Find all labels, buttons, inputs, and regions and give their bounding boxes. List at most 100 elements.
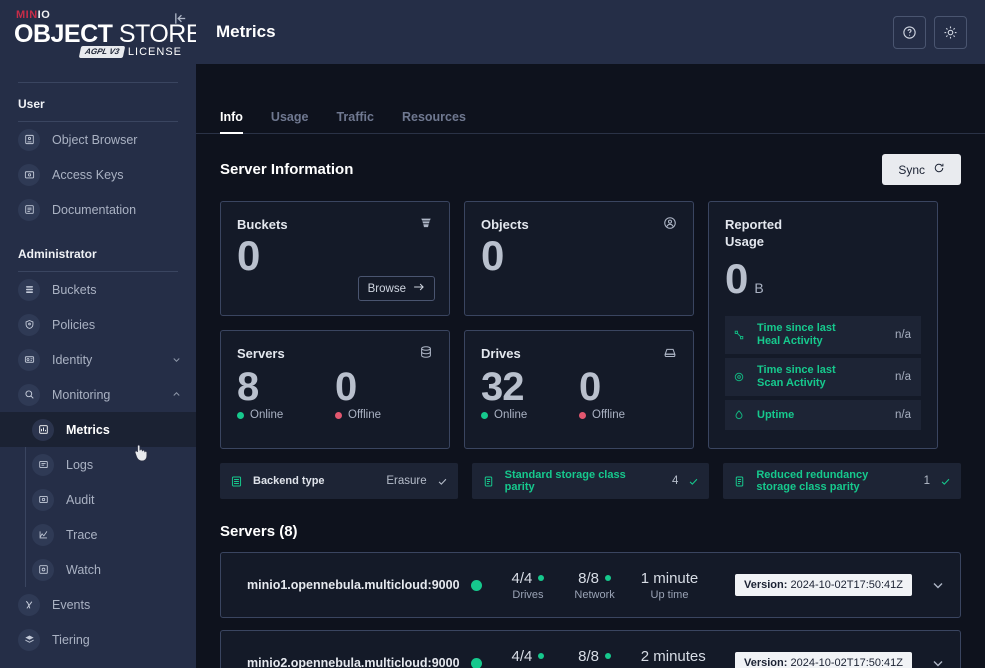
monitoring-icon — [18, 383, 40, 406]
expand-row-chevron-icon[interactable] — [930, 577, 946, 593]
version-prefix: Version: — [744, 579, 788, 591]
browse-button[interactable]: Browse — [357, 276, 435, 301]
sidebar-label-audit: Audit — [66, 492, 95, 507]
drives-online-value: 32 — [481, 365, 525, 409]
chevron-down-icon[interactable] — [171, 354, 182, 365]
sidebar-label-monitoring: Monitoring — [52, 387, 111, 402]
backend-icon — [230, 475, 244, 488]
sidebar-item-tiering[interactable]: Tiering — [0, 622, 196, 657]
buckets-card: Buckets 0 Browse — [220, 201, 450, 316]
check-icon — [437, 476, 448, 487]
version-badge: Version: 2024-10-02T17:50:41Z — [735, 652, 912, 668]
events-icon — [18, 593, 40, 616]
storage-class-icon — [733, 475, 747, 488]
sidebar-label-object-browser: Object Browser — [52, 132, 138, 147]
scan-activity-value: n/a — [895, 371, 911, 383]
sidebar: MINIO OBJECT STORE AGPL V3 LICENSE User … — [0, 0, 196, 668]
arrow-right-icon — [413, 282, 425, 295]
drives-status-dot — [538, 653, 545, 659]
page-title: Metrics — [216, 22, 276, 41]
backend-type-label: Backend type — [253, 475, 325, 487]
uptime-icon — [733, 409, 751, 421]
sidebar-item-policies[interactable]: Policies — [0, 307, 196, 342]
sidebar-item-documentation[interactable]: Documentation — [0, 192, 196, 227]
sidebar-item-monitoring[interactable]: Monitoring — [0, 377, 196, 412]
sidebar-item-events[interactable]: Events — [0, 587, 196, 622]
sidebar-item-access-keys[interactable]: Access Keys — [0, 157, 196, 192]
drives-offline-col: 0 Offline — [579, 366, 677, 421]
sync-button[interactable]: Sync — [882, 154, 961, 185]
reported-usage-title-line2: Usage — [725, 234, 765, 249]
offline-status-dot — [335, 411, 342, 419]
backend-type-value: Erasure — [386, 475, 427, 487]
servers-online-col: 8 Online — [237, 366, 335, 421]
servers-card-title: Servers — [237, 346, 285, 361]
sidebar-label-events: Events — [52, 597, 91, 612]
light-mode-icon[interactable] — [934, 15, 967, 49]
buckets-icon — [18, 278, 40, 301]
stat-cards-grid: Buckets 0 Browse Objects 0 Reported Usag… — [220, 201, 961, 449]
drives-online-label-row: Online — [481, 409, 579, 421]
license-badge: AGPL V3 LICENSE — [78, 46, 182, 58]
sidebar-item-watch[interactable]: Watch — [0, 552, 196, 587]
refresh-icon — [933, 162, 945, 177]
drive-icon — [663, 345, 677, 359]
drives-offline-value: 0 — [579, 365, 601, 409]
tab-traffic[interactable]: Traffic — [322, 110, 388, 133]
tiering-icon — [18, 628, 40, 651]
chevron-up-icon[interactable] — [171, 389, 182, 400]
server-network-metric: 8/8 Network — [574, 648, 614, 668]
collapse-sidebar-icon[interactable] — [170, 8, 190, 28]
server-status-dot — [470, 579, 482, 591]
documentation-icon — [18, 198, 40, 221]
audit-icon — [32, 488, 54, 511]
server-drives-value-row: 4/4 — [512, 648, 545, 665]
drives-card: Drives 32 Online 0 Offline — [464, 330, 694, 449]
drives-status-dot — [538, 575, 545, 581]
help-icon[interactable] — [893, 15, 926, 49]
server-uptime-label: Up time — [650, 588, 689, 601]
version-prefix: Version: — [744, 657, 788, 668]
sidebar-item-object-browser[interactable]: Object Browser — [0, 122, 196, 157]
tab-usage[interactable]: Usage — [257, 110, 323, 133]
server-drives-metric: 4/4 Drives — [512, 570, 545, 601]
sidebar-label-access-keys: Access Keys — [52, 167, 124, 182]
reduced-redundancy-label: Reduced redundancy storage class parity — [756, 469, 868, 493]
watch-icon — [32, 558, 54, 581]
reported-usage-title-line1: Reported — [725, 217, 783, 232]
bucket-icon — [419, 216, 433, 230]
expand-row-chevron-icon[interactable] — [930, 655, 946, 668]
object-browser-icon — [18, 128, 40, 151]
sidebar-item-trace[interactable]: Trace — [0, 517, 196, 552]
sidebar-item-buckets[interactable]: Buckets — [0, 272, 196, 307]
sidebar-item-metrics[interactable]: Metrics — [0, 412, 196, 447]
trace-icon — [32, 523, 54, 546]
backend-type-chip: Backend type Erasure — [220, 463, 458, 499]
sidebar-label-policies: Policies — [52, 317, 96, 332]
table-row[interactable]: minio1.opennebula.multicloud:9000 4/4 Dr… — [220, 552, 961, 618]
drives-card-title: Drives — [481, 346, 521, 361]
sidebar-item-logs[interactable]: Logs — [0, 447, 196, 482]
sidebar-label-trace: Trace — [66, 527, 98, 542]
uptime-value: n/a — [895, 409, 911, 421]
tab-resources[interactable]: Resources — [388, 110, 480, 133]
check-icon — [940, 476, 951, 487]
network-status-dot — [604, 653, 611, 659]
standard-parity-value: 4 — [671, 475, 679, 487]
access-keys-icon — [18, 163, 40, 186]
buckets-card-title: Buckets — [237, 217, 288, 232]
sidebar-item-identity[interactable]: Identity — [0, 342, 196, 377]
servers-offline-value: 0 — [335, 365, 357, 409]
sidebar-label-buckets: Buckets — [52, 282, 97, 297]
server-information-panel: Server Information Sync Buckets 0 Browse… — [196, 134, 985, 668]
tab-info[interactable]: Info — [220, 110, 257, 134]
table-row[interactable]: minio2.opennebula.multicloud:9000 4/4 Dr… — [220, 630, 961, 668]
uptime-label: Uptime — [757, 408, 795, 421]
panel-header: Server Information Sync — [220, 154, 961, 185]
drives-online-label: Online — [494, 409, 528, 421]
sidebar-item-audit[interactable]: Audit — [0, 482, 196, 517]
standard-parity-label-line2: parity — [504, 481, 535, 493]
logo-area: MINIO OBJECT STORE AGPL V3 LICENSE — [0, 0, 196, 78]
server-drives-value-row: 4/4 — [512, 570, 545, 587]
drives-card-header: Drives — [481, 345, 677, 362]
